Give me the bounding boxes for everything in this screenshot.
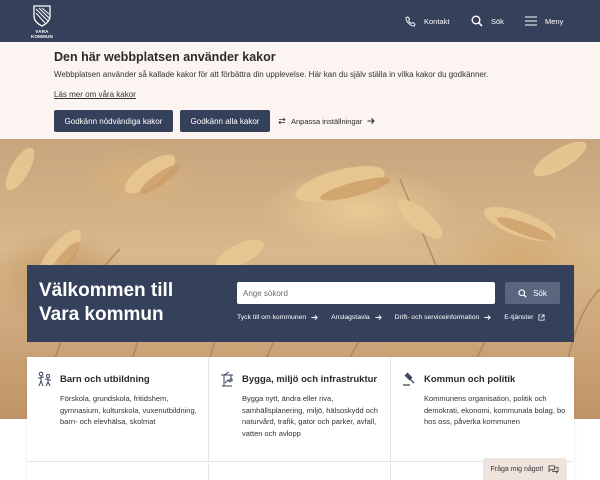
accept-necessary-cookies-button[interactable]: Godkänn nödvändiga kakor: [54, 110, 173, 132]
category-title: Kommun och politik: [424, 374, 516, 385]
hamburger-menu-icon: [525, 16, 537, 26]
arrow-right-icon: [367, 118, 376, 124]
quick-link-feedback[interactable]: Tyck till om kommunen: [237, 314, 318, 321]
swap-arrows-icon: [278, 117, 286, 125]
cookie-banner: Den här webbplatsen använder kakor Webbp…: [0, 42, 600, 139]
category-card-next[interactable]: [209, 463, 391, 480]
accept-all-cookies-button[interactable]: Godkänn alla kakor: [180, 110, 270, 132]
crane-icon: [221, 371, 233, 387]
category-card-politics[interactable]: Kommun och politik Kommunens organisatio…: [391, 357, 573, 462]
category-description: Förskola, grundskola, fritidshem, gymnas…: [60, 394, 197, 426]
welcome-title: Välkommen till Vara kommun: [39, 280, 174, 325]
chat-button-label: Fråga mig något!: [490, 465, 544, 473]
nav-menu-label: Meny: [545, 16, 564, 26]
cookie-read-more-link[interactable]: Läs mer om våra kakor: [54, 90, 136, 99]
category-title: Barn och utbildning: [60, 374, 150, 385]
category-card-building[interactable]: Bygga, miljö och infrastruktur Bygga nyt…: [209, 357, 391, 462]
gavel-icon: [403, 372, 415, 386]
arrow-right-icon: [484, 314, 492, 321]
nav-contact[interactable]: Kontakt: [405, 0, 449, 42]
external-link-icon: [538, 314, 545, 321]
vara-kommun-logo[interactable]: VARA KOMMUN: [25, 5, 73, 39]
nav-search-label: Sök: [491, 16, 504, 26]
chat-button[interactable]: Fråga mig något!: [483, 458, 567, 480]
logo-text: VARA KOMMUN: [31, 29, 53, 39]
search-button-label: Sök: [533, 288, 547, 298]
quick-link-label: E-tjänster: [504, 314, 534, 321]
quick-links: Tyck till om kommunen Anslagstavla Drift…: [237, 314, 558, 321]
children-icon: [37, 371, 52, 387]
customize-cookies-button[interactable]: Anpassa inställningar: [278, 110, 376, 132]
nav-contact-label: Kontakt: [424, 16, 450, 26]
quick-link-label: Drift- och serviceinformation: [394, 314, 480, 321]
quick-link-notice-board[interactable]: Anslagstavla: [331, 314, 382, 321]
category-card-education[interactable]: Barn och utbildning Förskola, grundskola…: [27, 357, 209, 462]
cookie-banner-text: Webbplatsen använder så kallade kakor fö…: [54, 70, 489, 79]
quick-link-service-info[interactable]: Drift- och serviceinformation: [395, 314, 492, 321]
chat-bubbles-icon: [549, 464, 559, 474]
search-icon: [518, 288, 527, 298]
arrow-right-icon: [375, 314, 382, 321]
nav-search[interactable]: Sök: [471, 0, 504, 42]
shield-logo-icon: [33, 5, 51, 27]
search-icon: [471, 15, 483, 27]
cookie-banner-title: Den här webbplatsen använder kakor: [54, 50, 276, 64]
category-title: Bygga, miljö och infrastruktur: [242, 374, 378, 385]
welcome-search-panel: Välkommen till Vara kommun Sök Tyck till…: [27, 265, 574, 342]
phone-icon: [405, 15, 416, 27]
search-button[interactable]: Sök: [505, 282, 560, 304]
category-description: Bygga nytt, ändra eller riva, samhällspl…: [242, 394, 378, 438]
quick-link-label: Anslagstavla: [331, 314, 370, 321]
nav-menu[interactable]: Meny: [525, 0, 563, 42]
search-input[interactable]: [237, 282, 495, 304]
category-card-next[interactable]: [27, 463, 209, 480]
customize-cookies-label: Anpassa inställningar: [291, 116, 363, 126]
site-header: VARA KOMMUN Kontakt Sök Meny: [0, 0, 600, 42]
quick-link-label: Tyck till om kommunen: [237, 314, 307, 321]
quick-link-e-services[interactable]: E-tjänster: [504, 314, 545, 321]
arrow-right-icon: [311, 314, 318, 321]
category-description: Kommunens organisation, politik och demo…: [424, 394, 566, 426]
